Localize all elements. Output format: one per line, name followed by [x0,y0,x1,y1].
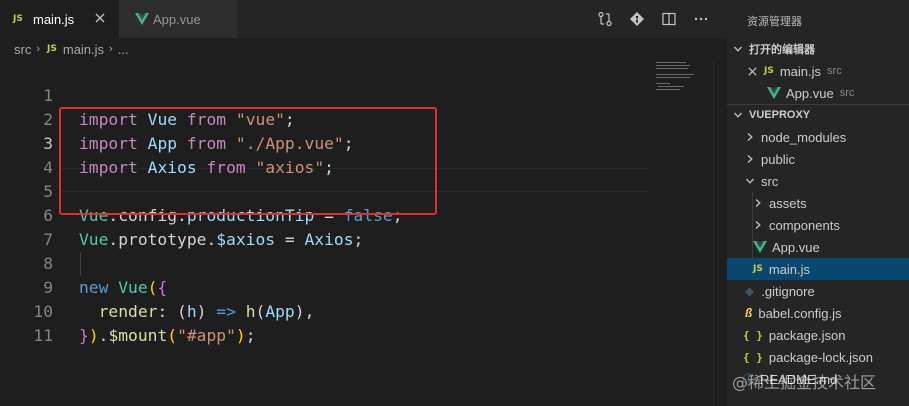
open-editors-header[interactable]: 打开的编辑器 [727,38,909,60]
chevron-right-icon [747,133,753,141]
editor-area: JS main.js App.vue src › JS main.js › ..… [0,0,727,406]
file-name: package.json [768,327,846,343]
breadcrumb-symbols[interactable]: ... [118,42,129,57]
tab-label: main.js [33,11,75,27]
js-file-icon: JS [13,14,23,24]
file-name: main.js [768,261,811,277]
chevron-down-icon [746,178,754,184]
chevron-down-icon [734,112,742,118]
tab-label: App.vue [153,11,201,27]
chevron-right-icon [747,155,753,163]
folder-name: src [761,173,779,189]
chevron-right-icon [755,199,761,207]
folder-name: node_modules [761,129,847,145]
project-header[interactable]: VUEPROXY [727,104,909,126]
chevron-down-icon [734,46,742,52]
vue-file-icon [767,87,781,99]
git-file-icon: ◆ [745,284,755,298]
tree-item-package-lock-json[interactable]: { } package-lock.json [727,346,909,368]
folder-name: components [769,217,840,233]
watermark-text: @稀土掘金技术社区 [732,373,877,392]
file-name: .gitignore [761,283,815,299]
breadcrumb-folder[interactable]: src [14,42,31,57]
chevron-right-icon: › [109,43,113,55]
folder-name: public [761,151,795,167]
tree-item-babel-config[interactable]: ß babel.config.js [727,302,909,324]
folder-hint: src [827,65,842,77]
code-line: 9 render: (h) => h(App), [0,252,650,321]
open-editor-app-vue[interactable]: App.vue src [727,82,909,104]
file-name: main.js [779,63,822,79]
js-file-icon: JS [47,44,57,54]
explorer-sidebar: 资源管理器 打开的编辑器 JS main.js src App.vue src … [727,0,909,406]
tab-app-vue[interactable]: App.vue [119,0,237,38]
file-name: babel.config.js [758,305,842,321]
code-line: 8 new Vue({ [0,228,650,297]
tree-item-app-vue[interactable]: App.vue [727,236,909,258]
vue-file-icon [135,13,149,25]
highlight-annotation-box [59,107,437,215]
file-name: package-lock.json [768,349,873,365]
js-file-icon: JS [753,264,763,274]
tree-item-src[interactable]: src [727,170,909,192]
breadcrumb-file[interactable]: main.js [63,42,104,57]
minimap[interactable] [654,60,704,110]
section-label: 打开的编辑器 [749,44,815,56]
js-file-icon: JS [764,66,774,76]
open-editor-main-js[interactable]: JS main.js src [727,60,909,82]
code-line: 2 import App from "./App.vue"; [0,84,650,153]
breadcrumb: src › JS main.js › ... [0,38,727,60]
close-icon[interactable] [93,11,107,25]
vue-file-icon [753,241,767,253]
file-name: App.vue [786,85,834,101]
close-icon[interactable] [747,66,758,77]
chevron-right-icon: › [36,43,41,55]
tab-main-js[interactable]: JS main.js [0,0,119,38]
chevron-right-icon [755,221,761,229]
babel-file-icon: ß [745,306,753,320]
section-label: VUEPROXY [749,109,811,121]
explorer-title: 资源管理器 [747,16,802,28]
tree-item-main-js[interactable]: JS main.js [727,258,909,280]
vertical-scrollbar[interactable] [713,60,727,406]
tree-item-package-json[interactable]: { } package.json [727,324,909,346]
tab-bar: JS main.js App.vue [0,0,727,38]
code-line: 11 [0,300,650,345]
tree-item-assets[interactable]: assets [727,192,909,214]
code-line: 10 }).$mount("#app"); [0,276,650,345]
json-file-icon: { } [743,350,763,364]
line-number: 11 [33,326,53,345]
tree-item-node-modules[interactable]: node_modules [727,126,909,148]
split-editor-icon[interactable] [660,10,678,28]
compare-changes-icon[interactable] [596,10,614,28]
git-icon[interactable] [628,10,646,28]
folder-name: assets [769,195,807,211]
file-name: App.vue [772,239,820,255]
tree-item-gitignore[interactable]: ◆ .gitignore [727,280,909,302]
tree-item-components[interactable]: components [727,214,909,236]
json-file-icon: { } [743,328,763,342]
folder-hint: src [839,87,855,99]
more-actions-icon[interactable] [692,10,710,28]
tree-item-public[interactable]: public [727,148,909,170]
code-line: 1 import Vue from "vue"; [0,60,650,129]
